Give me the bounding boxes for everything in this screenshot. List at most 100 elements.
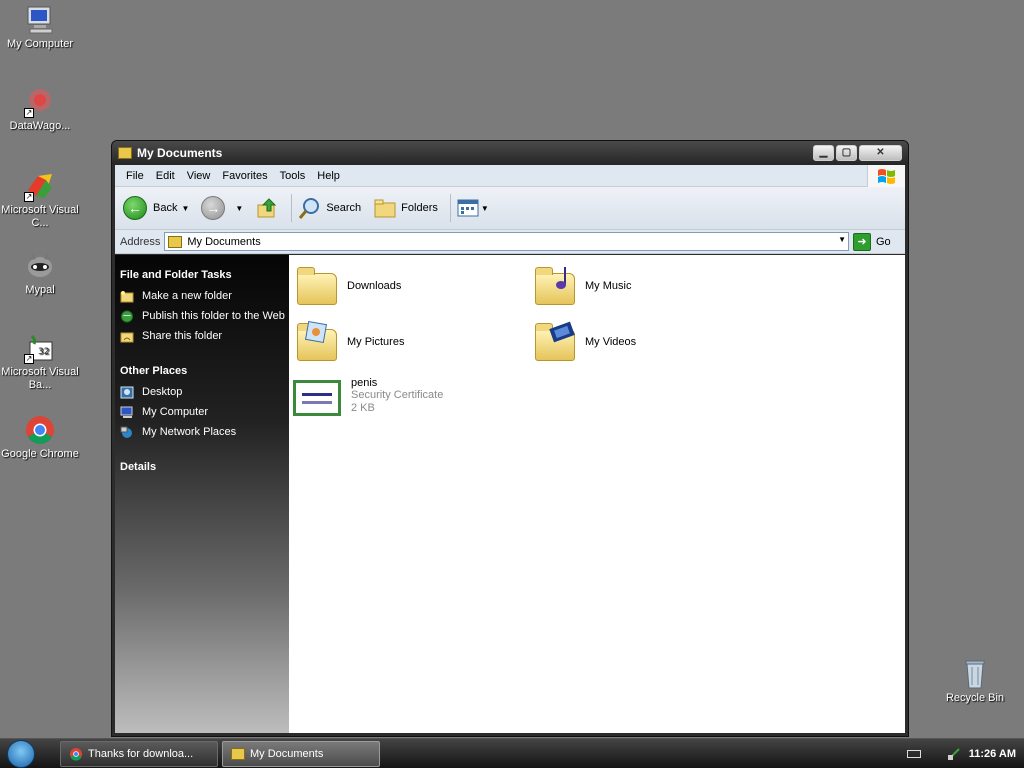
file-name: My Pictures	[347, 336, 405, 348]
views-button[interactable]: ▼	[457, 199, 495, 217]
music-folder-icon	[533, 265, 577, 307]
up-folder-icon	[257, 198, 277, 218]
task-share-folder[interactable]: Share this folder	[120, 330, 289, 343]
menu-favorites[interactable]: Favorites	[216, 170, 273, 182]
address-dropdown-icon[interactable]: ▼	[838, 235, 846, 244]
task-make-new-folder[interactable]: Make a new folder	[120, 290, 289, 303]
maximize-button[interactable]: ▢	[836, 145, 857, 161]
desktop-icon-visual-c[interactable]: ↗ Microsoft Visual C...	[1, 170, 79, 230]
folder-icon	[295, 265, 339, 307]
svg-text:32: 32	[38, 347, 49, 357]
task-label: Share this folder	[142, 330, 223, 342]
recycle-bin-icon	[959, 658, 991, 690]
search-icon	[299, 198, 320, 219]
folders-icon	[374, 199, 396, 218]
other-places-title[interactable]: Other Places	[120, 365, 289, 377]
back-dropdown-icon[interactable]: ▼	[181, 204, 189, 213]
shortcut-arrow-icon: ↗	[24, 354, 34, 364]
go-label: Go	[876, 235, 891, 248]
file-name: penis	[351, 377, 378, 389]
search-button[interactable]: Search	[298, 196, 361, 220]
clock[interactable]: 11:26 AM	[969, 748, 1016, 760]
forward-button[interactable]: → ▼	[201, 196, 249, 220]
windows-logo-icon	[867, 165, 905, 187]
go-arrow-icon: ➜	[853, 232, 871, 251]
keyboard-icon[interactable]	[906, 749, 921, 758]
title-bar[interactable]: My Documents ▁ ▢ ✕	[112, 141, 908, 165]
details-section: Details	[120, 461, 289, 473]
toolbar-separator	[291, 194, 293, 222]
desktop-icon-my-computer[interactable]: My Computer	[1, 4, 79, 51]
window-title: My Documents	[137, 146, 223, 160]
publish-web-icon	[120, 310, 134, 323]
network-icon[interactable]	[947, 747, 961, 761]
file-folder-tasks-title[interactable]: File and Folder Tasks	[120, 269, 289, 281]
place-label: My Network Places	[142, 426, 237, 438]
taskbar-button-my-documents[interactable]: My Documents	[222, 740, 380, 767]
up-folder-button[interactable]	[255, 196, 279, 220]
desktop-icon-datawago[interactable]: ↗ DataWago...	[1, 86, 79, 133]
address-input[interactable]: My Documents ▼	[164, 232, 849, 251]
desktop-icon	[120, 386, 134, 399]
desktop-icon-label: Microsoft Visual Ba...	[1, 366, 79, 391]
windows-orb-icon	[7, 739, 35, 768]
back-button[interactable]: ← Back ▼	[123, 196, 195, 220]
place-desktop[interactable]: Desktop	[120, 386, 289, 399]
task-pane: File and Folder Tasks Make a new folder …	[115, 255, 289, 733]
explorer-content: File and Folder Tasks Make a new folder …	[115, 255, 905, 733]
system-tray: 11:26 AM	[906, 739, 1024, 768]
file-folder-tasks: File and Folder Tasks Make a new folder …	[120, 269, 289, 343]
views-icon	[457, 199, 479, 217]
folder-downloads[interactable]: Downloads	[295, 265, 401, 307]
desktop-icon-label: Microsoft Visual C...	[1, 204, 79, 229]
go-button[interactable]: ➜ Go	[853, 232, 901, 251]
menu-tools[interactable]: Tools	[274, 170, 312, 182]
forward-arrow-icon: →	[201, 196, 226, 220]
desktop-icon-google-chrome[interactable]: Google Chrome	[1, 414, 79, 461]
chrome-icon	[24, 414, 56, 446]
folders-button[interactable]: Folders	[373, 197, 438, 219]
views-dropdown-icon[interactable]: ▼	[481, 204, 489, 213]
forward-dropdown-icon[interactable]: ▼	[235, 204, 243, 213]
details-title[interactable]: Details	[120, 461, 289, 473]
close-button[interactable]: ✕	[859, 145, 902, 161]
task-label: Publish this folder to the Web	[142, 310, 285, 322]
start-button[interactable]	[0, 739, 42, 768]
toolbar: ← Back ▼ → ▼ Search Folders ▼	[115, 187, 905, 230]
shortcut-arrow-icon: ↗	[24, 108, 34, 118]
desktop-icon-visual-ba[interactable]: 32 ↗ Microsoft Visual Ba...	[1, 332, 79, 392]
minimize-button[interactable]: ▁	[813, 145, 834, 161]
folder-icon	[168, 235, 183, 248]
address-value: My Documents	[187, 235, 261, 248]
window-controls: ▁ ▢ ✕	[813, 145, 902, 161]
task-publish-folder[interactable]: Publish this folder to the Web	[120, 310, 289, 323]
share-folder-icon	[120, 332, 134, 343]
desktop-icon-mypal[interactable]: Mypal	[1, 250, 79, 297]
menu-view[interactable]: View	[181, 170, 217, 182]
place-my-network[interactable]: My Network Places	[120, 426, 289, 439]
task-label: Make a new folder	[142, 290, 232, 302]
desktop-icon-label: My Computer	[6, 38, 74, 50]
desktop-icon-recycle-bin[interactable]: Recycle Bin	[936, 658, 1014, 705]
back-label: Back	[153, 202, 178, 214]
folder-my-music[interactable]: My Music	[533, 265, 631, 307]
file-security-certificate[interactable]: penis Security Certificate 2 KB	[293, 377, 443, 419]
taskbar-button-chrome[interactable]: Thanks for downloa...	[60, 740, 218, 767]
folder-my-pictures[interactable]: My Pictures	[295, 321, 404, 363]
desktop-icon-label: DataWago...	[9, 120, 71, 132]
folder-my-videos[interactable]: My Videos	[533, 321, 636, 363]
visual-basic-icon: 32 ↗	[24, 332, 56, 364]
file-list: Downloads My Music My Pictures My Videos…	[289, 255, 905, 733]
menu-edit[interactable]: Edit	[150, 170, 181, 182]
menu-file[interactable]: File	[120, 170, 150, 182]
taskbar-button-label: My Documents	[250, 747, 324, 760]
place-my-computer[interactable]: My Computer	[120, 406, 289, 419]
menu-bar: File Edit View Favorites Tools Help	[115, 165, 905, 187]
file-name: My Videos	[585, 336, 637, 348]
search-label: Search	[326, 202, 362, 214]
chrome-icon	[70, 747, 82, 761]
explorer-window: My Documents ▁ ▢ ✕ File Edit View Favori…	[111, 140, 909, 737]
file-name: My Music	[585, 280, 632, 292]
menu-help[interactable]: Help	[311, 170, 346, 182]
pictures-folder-icon	[295, 321, 339, 363]
